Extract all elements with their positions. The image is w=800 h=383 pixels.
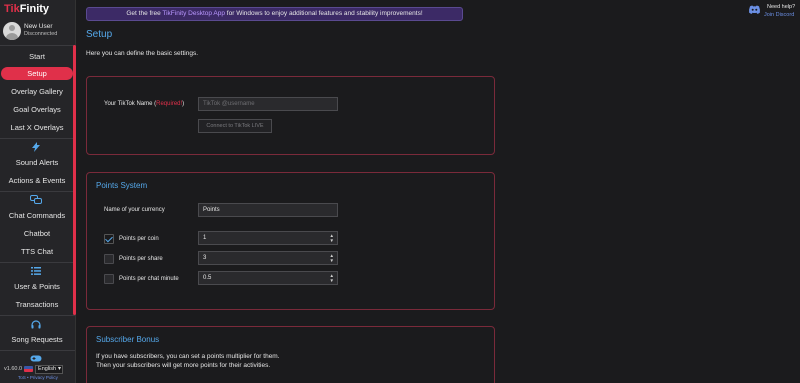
sidebar-item-sound-alerts[interactable]: Sound Alerts [0,156,74,169]
sidebar-item-start[interactable]: Start [0,50,74,63]
user-profile[interactable]: New User Disconnected [3,22,73,40]
sidebar-item-chat-commands[interactable]: Chat Commands [0,209,74,222]
points-system-panel: Points System Name of your currency Poin… [86,172,495,310]
required-marker: Required! [156,101,183,107]
sidebar-item-tts-chat[interactable]: TTS Chat [0,245,74,258]
currency-name-input[interactable]: Points [198,203,338,217]
points-per-chat-minute-input[interactable]: 0.5 ▲ ▼ [198,271,338,285]
points-per-chat-minute-checkbox[interactable] [104,274,114,284]
app-window: TikFinity New User Disconnected Start Se… [0,0,800,383]
points-per-share-checkbox[interactable] [104,254,114,264]
stepper-arrows-icon[interactable]: ▲ ▼ [330,253,334,263]
sidebar: TikFinity New User Disconnected Start Se… [0,0,76,383]
points-per-coin-label: Points per coin [119,236,159,242]
divider [0,262,75,263]
points-system-title: Points System [96,181,148,190]
sidebar-item-actions-events[interactable]: Actions & Events [0,174,74,187]
sidebar-item-transactions[interactable]: Transactions [0,298,74,311]
connection-status: Disconnected [24,31,58,37]
banner-link[interactable]: TikFinity Desktop App [162,10,225,17]
sidebar-item-setup[interactable]: Setup [1,67,73,80]
banner-text-post: for Windows to enjoy additional features… [225,10,423,17]
tiktok-name-label: Your TikTok Name (Required!) [104,101,184,107]
points-per-chat-minute-label: Points per chat minute [119,276,179,282]
points-per-share-label: Points per share [119,256,163,262]
language-select[interactable]: English [35,364,64,374]
tiktok-username-input[interactable]: TikTok @username [198,97,338,111]
help-title: Need help? [767,4,796,10]
sidebar-item-last-x-overlays[interactable]: Last X Overlays [0,121,74,134]
desktop-app-banner[interactable]: Get the free TikFinity Desktop App for W… [86,7,463,21]
stepper-arrows-icon[interactable]: ▲ ▼ [330,233,334,243]
currency-name-label: Name of your currency [104,207,165,213]
avatar [3,22,21,40]
points-per-coin-value: 1 [203,235,207,241]
footer-links[interactable]: ToS • Privacy Policy [18,375,58,380]
points-per-chat-minute-value: 0.5 [203,275,212,281]
points-per-coin-checkbox[interactable] [104,234,114,244]
flag-icon [24,366,34,372]
points-per-coin-input[interactable]: 1 ▲ ▼ [198,231,338,245]
tiktok-name-panel: Your TikTok Name (Required!) TikTok @use… [86,76,495,155]
sidebar-item-chatbot[interactable]: Chatbot [0,227,74,240]
user-name: New User [24,23,53,30]
divider [0,315,75,316]
page-intro: Here you can define the basic settings. [86,50,199,57]
page-title: Setup [86,29,113,40]
divider [0,45,75,46]
logo-finity-text: Finity [19,3,50,15]
banner-text-pre: Get the free [126,10,163,17]
subscriber-bonus-description-1: If you have subscribers, you can set a p… [96,353,280,360]
sidebar-item-user-points[interactable]: User & Points [0,280,74,293]
join-discord-link[interactable]: Join Discord [764,12,794,18]
gamepad-icon [30,352,42,364]
tiktok-name-label-text: Your TikTok Name ( [104,101,157,107]
sidebar-scrollbar[interactable] [73,45,76,315]
logo-tik-text: Tik [4,3,20,15]
divider [0,191,75,192]
sidebar-item-overlay-gallery[interactable]: Overlay Gallery [0,85,74,98]
chat-bubbles-icon [30,194,42,206]
points-per-share-value: 3 [203,255,207,261]
sidebar-item-song-requests[interactable]: Song Requests [0,333,74,346]
list-icon [30,265,42,277]
stepper-arrows-icon[interactable]: ▲ ▼ [330,273,334,283]
footer-bar: v1.60.0 English [4,364,64,374]
discord-icon [748,5,761,14]
version-label: v1.60.0 [4,366,23,372]
tiktok-name-label-end: ) [182,101,185,107]
divider [0,138,75,139]
divider [0,350,75,351]
help-discord[interactable]: Need help? Join Discord [748,3,798,19]
lightning-icon [30,141,42,153]
subscriber-bonus-description-2: Then your subscribers will get more poin… [96,362,271,369]
sidebar-item-goal-overlays[interactable]: Goal Overlays [0,103,74,116]
subscriber-bonus-title: Subscriber Bonus [96,335,160,344]
subscriber-bonus-panel: Subscriber Bonus If you have subscribers… [86,326,495,383]
app-logo[interactable]: TikFinity [4,3,49,15]
points-per-share-input[interactable]: 3 ▲ ▼ [198,251,338,265]
connect-tiktok-button[interactable]: Connect to TikTok LIVE [198,119,272,133]
headphones-icon [30,318,42,330]
